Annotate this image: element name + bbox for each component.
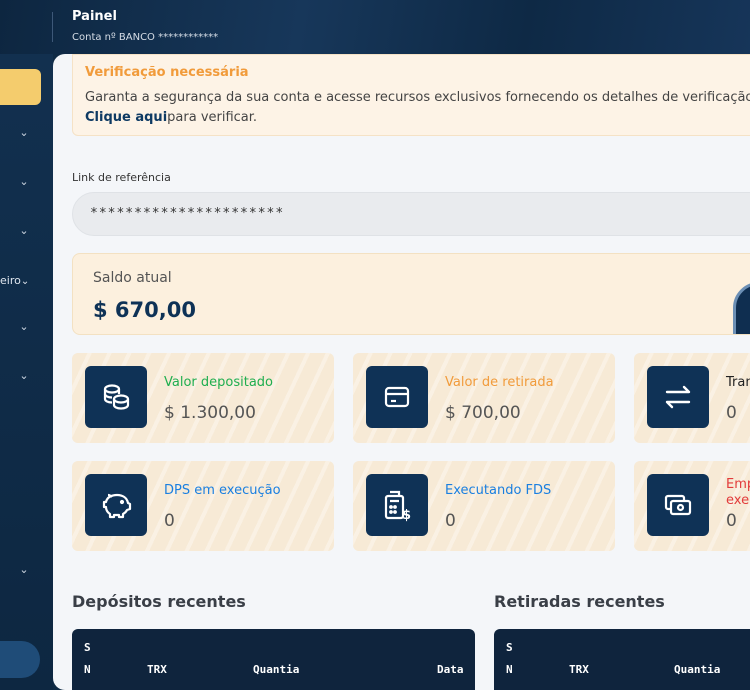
credit-card-icon <box>366 366 428 428</box>
card-label: DPS em execução <box>164 483 281 498</box>
column-header: Quantia <box>674 663 721 676</box>
column-header: TRX <box>147 663 167 676</box>
card-value: 0 <box>164 511 175 531</box>
stat-card-loans-running[interactable]: Empexe 0 <box>634 461 750 551</box>
column-header: Data <box>437 663 464 676</box>
card-label: Valor de retirada <box>445 375 554 390</box>
chevron-down-icon[interactable]: ⌄ <box>19 126 29 139</box>
alert-text: Garanta a segurança da sua conta e acess… <box>85 90 750 105</box>
top-bar: Painel Conta nº BANCO ************ <box>0 0 750 54</box>
stat-card-deposited[interactable]: Valor depositado $ 1.300,00 <box>72 353 334 443</box>
recent-withdrawals-title: Retiradas recentes <box>494 592 665 611</box>
recent-withdrawals-table: S N TRX Quantia <box>494 629 750 690</box>
coins-icon <box>85 366 147 428</box>
column-header: Quantia <box>253 663 300 676</box>
stat-card-withdrawn[interactable]: Valor de retirada $ 700,00 <box>353 353 615 443</box>
chevron-down-icon[interactable]: ⌄ <box>19 224 29 237</box>
column-header: N <box>506 663 513 676</box>
balance-label: Saldo atual <box>93 270 172 286</box>
recent-deposits-table: S N TRX Quantia Data <box>72 629 475 690</box>
card-label: Valor depositado <box>164 375 274 390</box>
balance-card: Saldo atual $ 670,00 <box>72 253 750 335</box>
card-value: $ 700,00 <box>445 403 521 423</box>
cash-icon <box>647 474 709 536</box>
main-content: Verificação necessária Garanta a seguran… <box>53 54 750 690</box>
alert-title: Verificação necessária <box>85 65 249 80</box>
sidebar-item-active[interactable] <box>0 69 41 105</box>
chevron-down-icon[interactable]: ⌄ <box>19 369 29 382</box>
wallet-illustration <box>733 282 750 334</box>
chevron-down-icon[interactable]: ⌄ <box>19 320 29 333</box>
stat-card-transfer[interactable]: Tran 0 <box>634 353 750 443</box>
card-label: Empexe <box>726 477 750 508</box>
referral-label: Link de referência <box>72 171 171 184</box>
header-divider <box>52 12 53 42</box>
balance-value: $ 670,00 <box>93 298 196 322</box>
verify-link[interactable]: Clique aqui <box>85 110 167 125</box>
page-title: Painel <box>72 9 117 24</box>
card-label: Executando FDS <box>445 483 552 498</box>
sidebar-item-label[interactable]: eiro⌄ <box>0 274 29 287</box>
sidebar-bottom-button[interactable] <box>0 641 40 678</box>
verification-alert: Verificação necessária Garanta a seguran… <box>72 54 750 136</box>
card-value: 0 <box>726 403 737 423</box>
chevron-down-icon[interactable]: ⌄ <box>19 563 29 576</box>
alert-link-suffix: para verificar. <box>167 110 258 125</box>
chevron-down-icon[interactable]: ⌄ <box>19 175 29 188</box>
recent-deposits-title: Depósitos recentes <box>72 592 246 611</box>
column-header: TRX <box>569 663 589 676</box>
stat-card-dps-running[interactable]: DPS em execução 0 <box>72 461 334 551</box>
svg-text:$: $ <box>402 508 411 522</box>
transfer-arrows-icon <box>647 366 709 428</box>
card-value: 0 <box>445 511 456 531</box>
column-header: S <box>506 641 513 654</box>
column-header: S <box>84 641 91 654</box>
calculator-dollar-icon: $ <box>366 474 428 536</box>
referral-link-field[interactable]: ********************** <box>72 192 750 236</box>
column-header: N <box>84 663 91 676</box>
alert-link-row: Clique aquipara verificar. <box>85 110 257 125</box>
sidebar: ⌄ ⌄ ⌄ eiro⌄ ⌄ ⌄ ⌄ <box>0 54 53 690</box>
piggy-bank-icon <box>85 474 147 536</box>
card-value: 0 <box>726 511 737 531</box>
stat-card-fds-running[interactable]: $ Executando FDS 0 <box>353 461 615 551</box>
account-number: Conta nº BANCO ************ <box>72 32 219 43</box>
card-value: $ 1.300,00 <box>164 403 256 423</box>
card-label: Tran <box>726 375 750 390</box>
